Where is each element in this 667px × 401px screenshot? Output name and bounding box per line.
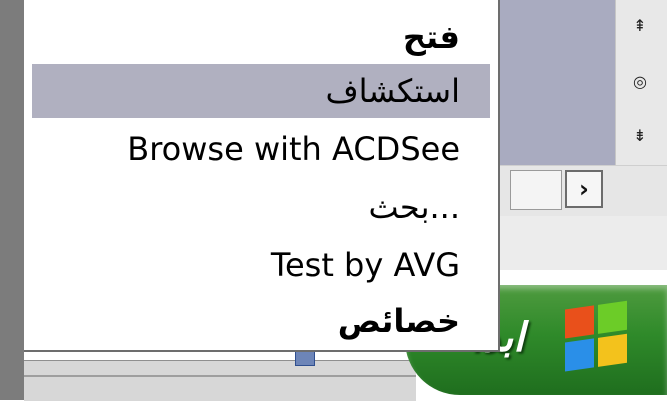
menu-item-label: استكشاف [325, 72, 461, 110]
circle-icon[interactable]: ◎ [628, 70, 652, 94]
logo-green-pane [598, 300, 627, 334]
menu-item-test-avg[interactable]: Test by AVG [32, 238, 490, 292]
menu-item-open[interactable]: فتح [32, 10, 490, 64]
menu-item-label: خصائص [337, 302, 460, 340]
menu-item-search[interactable]: بحث... [32, 180, 490, 234]
taskbar [24, 360, 416, 401]
menu-item-label: Browse with ACDSee [127, 130, 460, 168]
menu-item-explore[interactable]: استكشاف [32, 64, 490, 118]
menu-item-browse-acdsee[interactable]: Browse with ACDSee [32, 122, 490, 176]
menu-item-label: Test by AVG [270, 246, 460, 284]
background-window-content [500, 0, 615, 165]
up-arrow-icon[interactable]: ⇞ [628, 14, 652, 38]
menu-item-properties[interactable]: خصائص [32, 294, 490, 348]
window-edge [0, 0, 24, 400]
context-menu: فتح استكشاف Browse with ACDSee بحث... Te… [24, 0, 500, 352]
address-input[interactable] [510, 170, 562, 210]
logo-red-pane [565, 305, 594, 339]
menu-item-label: فتح [402, 18, 460, 56]
menu-item-label: بحث... [368, 188, 461, 226]
logo-blue-pane [565, 338, 594, 372]
forward-arrow-button[interactable]: › [565, 170, 603, 208]
tray-icon[interactable] [295, 350, 315, 366]
down-arrow-icon[interactable]: ⇟ [628, 124, 652, 148]
taskbar-divider [24, 375, 416, 377]
logo-yellow-pane [598, 333, 627, 367]
windows-logo-icon [565, 300, 629, 374]
